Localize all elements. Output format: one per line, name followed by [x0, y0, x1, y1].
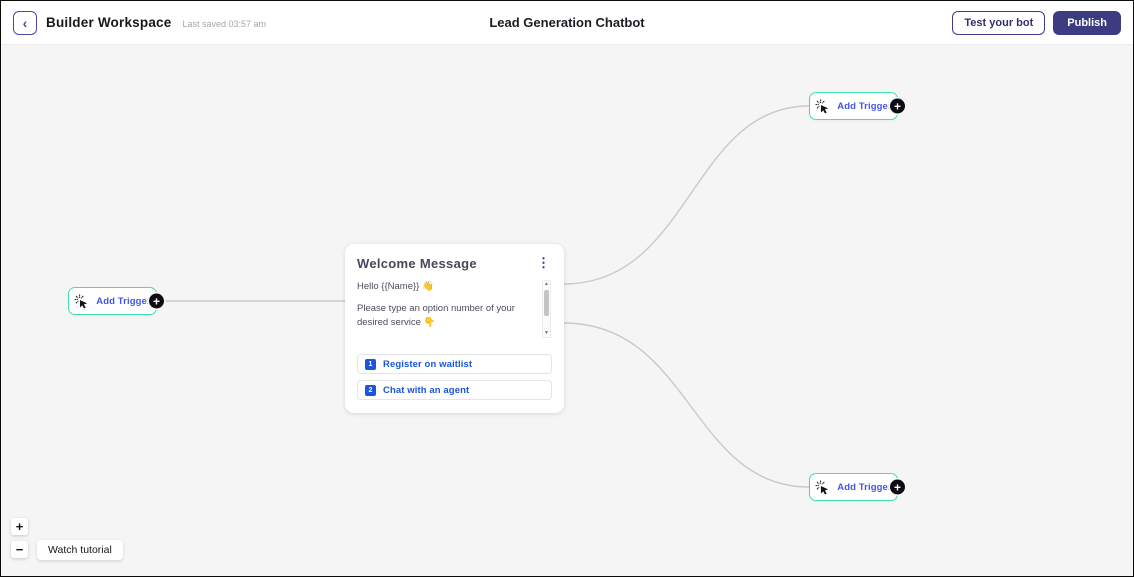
click-cursor-icon: [815, 479, 829, 494]
top-bar-left: ‹ Builder Workspace Last saved 03:57 am: [13, 10, 952, 35]
flow-canvas[interactable]: Add Trigger + Add Trigger + Add Trigger …: [1, 45, 1133, 576]
trigger-node-top-right[interactable]: Add Trigger +: [809, 92, 905, 120]
add-node-plus-icon[interactable]: +: [890, 479, 905, 495]
message-text: Hello {{Name}} 👋: [357, 281, 434, 292]
edge-card-to-bottom-trigger: [563, 322, 810, 488]
scrollbar-thumb[interactable]: [544, 290, 549, 316]
add-node-plus-icon[interactable]: +: [149, 293, 164, 309]
option-chat-with-agent[interactable]: 2 Chat with an agent: [357, 380, 552, 400]
connector-edges: [157, 105, 810, 488]
message-text: Please type an option number of your des…: [357, 302, 515, 328]
zoom-out-button[interactable]: −: [11, 541, 28, 558]
publish-button[interactable]: Publish: [1053, 10, 1121, 35]
card-options: 1 Register on waitlist 2 Chat with an ag…: [357, 354, 552, 400]
top-bar-right: Test your bot Publish: [952, 10, 1121, 35]
zoom-in-button[interactable]: +: [11, 518, 28, 535]
kebab-menu-icon[interactable]: ⋮: [535, 256, 552, 269]
add-node-plus-icon[interactable]: +: [890, 98, 905, 114]
workspace-title: Builder Workspace: [46, 15, 172, 30]
card-header: Welcome Message ⋮: [357, 256, 552, 271]
watch-tutorial-button[interactable]: Watch tutorial: [37, 540, 123, 560]
option-number-badge: 2: [365, 384, 376, 396]
scroll-down-icon[interactable]: ▼: [544, 331, 549, 336]
option-number-badge: 1: [365, 358, 376, 370]
card-scrollbar[interactable]: ▲ ▼: [542, 280, 551, 338]
option-label: Chat with an agent: [383, 384, 470, 396]
card-title: Welcome Message: [357, 256, 477, 271]
click-cursor-icon: [815, 98, 829, 113]
test-your-bot-button[interactable]: Test your bot: [952, 10, 1046, 35]
last-saved-text: Last saved 03:57 am: [182, 18, 267, 29]
back-chevron-icon: ‹: [22, 14, 28, 31]
click-cursor-icon: [74, 293, 88, 308]
trigger-node-left[interactable]: Add Trigger +: [68, 287, 164, 315]
option-register-on-waitlist[interactable]: 1 Register on waitlist: [357, 354, 552, 374]
app-window: ‹ Builder Workspace Last saved 03:57 am …: [0, 0, 1134, 577]
top-bar: ‹ Builder Workspace Last saved 03:57 am …: [1, 1, 1133, 45]
welcome-message-node[interactable]: Welcome Message ⋮ Hello {{Name}} 👋 Pleas…: [345, 244, 564, 413]
trigger-label: Add Trigger: [96, 295, 151, 307]
option-label: Register on waitlist: [383, 358, 473, 370]
edge-card-to-top-trigger: [563, 105, 810, 285]
trigger-node-bottom-right[interactable]: Add Trigger +: [809, 473, 905, 501]
trigger-label: Add Trigger: [837, 100, 892, 112]
card-message-area: Hello {{Name}} 👋 Please type an option n…: [357, 280, 552, 342]
back-button[interactable]: ‹: [13, 10, 37, 35]
scroll-up-icon[interactable]: ▲: [544, 282, 549, 287]
bot-title: Lead Generation Chatbot: [489, 15, 645, 30]
trigger-label: Add Trigger: [837, 481, 892, 493]
